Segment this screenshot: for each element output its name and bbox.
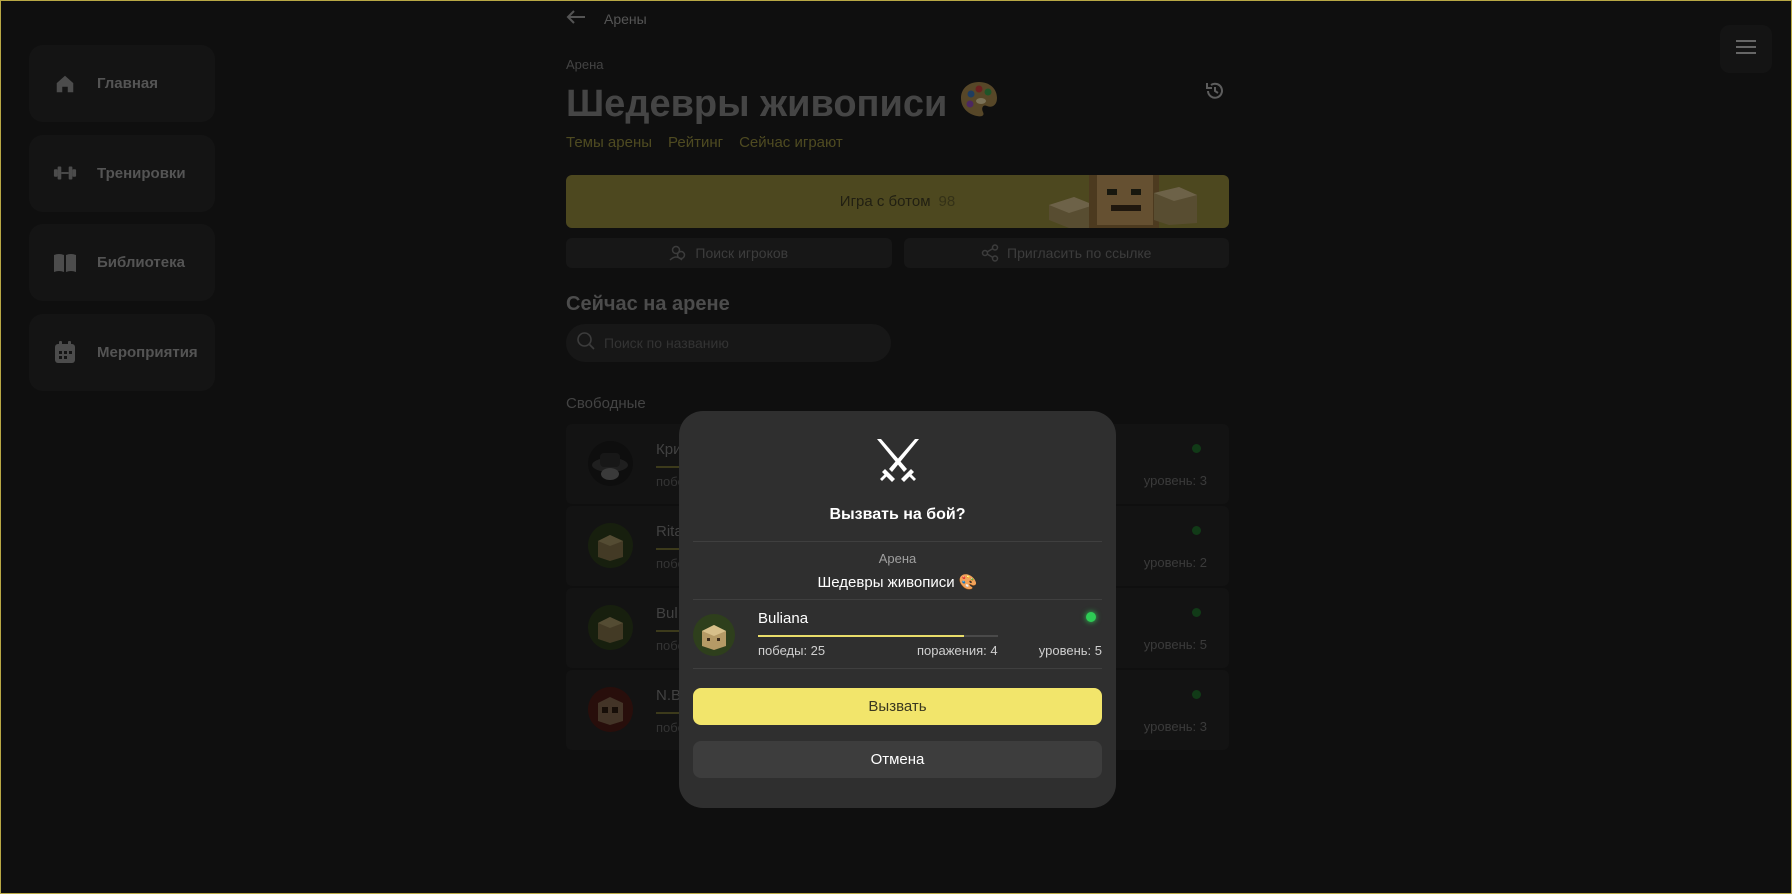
- dialog-title: Вызвать на бой?: [829, 506, 966, 523]
- opponent-win-ratio-fill: [758, 635, 965, 637]
- divider: [693, 541, 1102, 542]
- dialog-arena-name: Шедевры живописи 🎨: [817, 574, 978, 591]
- opponent-name: Buliana: [758, 610, 809, 627]
- online-status-dot: [1086, 612, 1096, 622]
- opponent-avatar: [693, 614, 735, 656]
- opponent-win-ratio-bar: [758, 635, 998, 637]
- opponent-losses: поражения: 4: [917, 643, 998, 658]
- challenge-dialog: Вызвать на бой? Арена Шедевры живописи 🎨…: [679, 411, 1116, 808]
- divider: [693, 668, 1102, 669]
- dialog-arena-label: Арена: [878, 551, 917, 566]
- challenge-button[interactable]: Вызвать: [693, 688, 1102, 725]
- cancel-button[interactable]: Отмена: [693, 741, 1102, 778]
- divider: [693, 599, 1102, 600]
- crossed-swords-icon: [877, 439, 919, 482]
- opponent-level: уровень: 5: [1038, 643, 1102, 658]
- opponent-wins: победы: 25: [758, 643, 826, 658]
